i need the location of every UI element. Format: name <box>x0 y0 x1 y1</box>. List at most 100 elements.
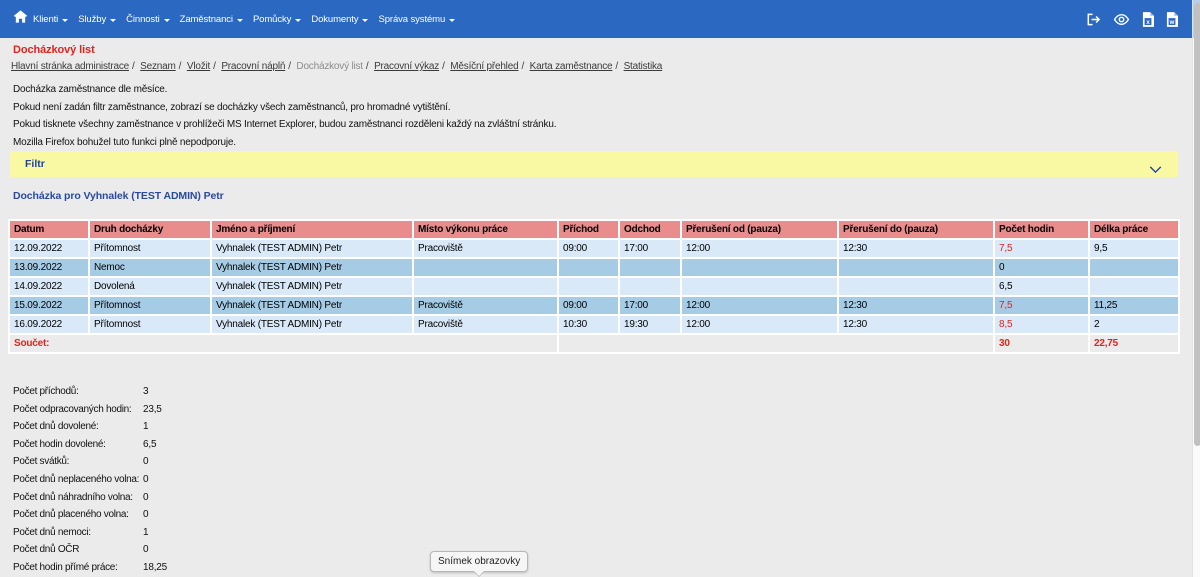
breadcrumb-current-dochazkovy-list: Docházkový list <box>296 61 362 72</box>
breadcrumb-link-statistika[interactable]: Statistika <box>624 61 663 72</box>
summary-label: Počet dnů náhradního volna: <box>13 492 133 503</box>
svg-text:x: x <box>1146 18 1150 25</box>
nav-item-sluzby[interactable]: Služby <box>73 14 121 25</box>
nav-item-klienti[interactable]: Klienti <box>28 14 73 25</box>
cell-preruseni-do: 12:30 <box>839 297 993 314</box>
cell-odchod: 17:00 <box>620 240 680 257</box>
col-header-pocet-hodin: Počet hodin <box>995 221 1088 238</box>
cell-prichod: 09:00 <box>559 240 618 257</box>
summary-list: Počet příchodů:3 Počet odpracovaných hod… <box>13 383 139 577</box>
cell-pocet-hodin: 6,5 <box>995 278 1088 295</box>
breadcrumb-link-hlavni-stranka[interactable]: Hlavní stránka administrace <box>11 61 129 72</box>
nav-item-label: Dokumenty <box>311 14 358 25</box>
cell-preruseni-od <box>682 259 837 276</box>
cell-druh: Přítomnost <box>90 316 210 333</box>
col-header-delka-prace: Délka práce <box>1090 221 1178 238</box>
tooltip-pointer <box>474 571 484 576</box>
summary-value: 6,5 <box>143 436 156 454</box>
cell-misto: Pracoviště <box>414 316 557 333</box>
export-excel-icon[interactable]: x <box>1142 12 1154 27</box>
breadcrumb-link-pracovni-vykaz[interactable]: Pracovní výkaz <box>374 61 439 72</box>
cell-druh: Přítomnost <box>90 297 210 314</box>
breadcrumb-link-mesicni-prehled[interactable]: Měsíční přehled <box>450 61 518 72</box>
nav-item-zamestnanci[interactable]: Zaměstnanci <box>175 14 248 25</box>
chevron-down-icon <box>1149 160 1162 178</box>
breadcrumb-link-pracovni-napln[interactable]: Pracovní náplň <box>221 61 285 72</box>
chevron-down-icon <box>362 19 368 22</box>
cell-delka-prace: 11,25 <box>1090 297 1178 314</box>
nav-item-label: Klienti <box>33 14 58 25</box>
cell-pocet-hodin: 0 <box>995 259 1088 276</box>
filter-panel-header[interactable]: Filtr <box>10 151 1178 177</box>
col-header-odchod: Odchod <box>620 221 680 238</box>
sum-pocet-hodin: 30 <box>995 335 1088 352</box>
cell-datum: 12.09.2022 <box>10 240 88 257</box>
page-title: Docházkový list <box>13 44 95 56</box>
summary-label: Počet hodin přímé práce: <box>13 562 118 573</box>
nav-item-sprava-systemu[interactable]: Správa systému <box>373 14 460 25</box>
section-title: Docházka pro Vyhnalek (TEST ADMIN) Petr <box>13 190 224 202</box>
table-header-row: Datum Druh docházky Jméno a příjmení Mís… <box>10 221 1178 238</box>
cell-druh: Přítomnost <box>90 240 210 257</box>
cell-prichod: 09:00 <box>559 297 618 314</box>
summary-value: 0 <box>143 489 148 507</box>
breadcrumb-link-vlozit[interactable]: Vložit <box>187 61 210 72</box>
summary-row: Počet hodin dovolené:6,5 <box>13 436 139 454</box>
col-header-jmeno: Jméno a příjmení <box>212 221 412 238</box>
cell-misto <box>414 259 557 276</box>
table-row: 13.09.2022 Nemoc Vyhnalek (TEST ADMIN) P… <box>10 259 1178 276</box>
intro-line: Pokud tisknete všechny zaměstnance v pro… <box>13 116 556 134</box>
intro-line: Docházka zaměstnance dle měsíce. <box>13 81 556 99</box>
summary-value: 23,5 <box>143 401 162 419</box>
export-word-icon[interactable]: w <box>1166 12 1178 27</box>
summary-label: Počet dnů placeného volna: <box>13 509 129 520</box>
logout-icon[interactable] <box>1085 12 1101 27</box>
cell-misto <box>414 278 557 295</box>
cell-odchod <box>620 278 680 295</box>
summary-label: Počet příchodů: <box>13 386 79 397</box>
svg-text:w: w <box>1169 19 1175 25</box>
summary-row: Počet svátků:0 <box>13 453 139 471</box>
cell-pocet-hodin: 7,5 <box>995 240 1088 257</box>
col-header-druh-dochazky: Druh docházky <box>90 221 210 238</box>
nav-item-cinnosti[interactable]: Činnosti <box>121 14 175 25</box>
scrollbar-thumb[interactable] <box>1194 3 1200 446</box>
nav-item-dokumenty[interactable]: Dokumenty <box>306 14 373 25</box>
scrollbar[interactable] <box>1192 0 1200 577</box>
cell-preruseni-do: 12:30 <box>839 240 993 257</box>
summary-row: Počet hodin přímé práce:18,25 <box>13 559 139 577</box>
table-row: 15.09.2022 Přítomnost Vyhnalek (TEST ADM… <box>10 297 1178 314</box>
breadcrumb-separator: / <box>176 61 185 72</box>
screenshot-tooltip: Snímek obrazovky <box>430 551 528 572</box>
cell-pocet-hodin: 7,5 <box>995 297 1088 314</box>
cell-jmeno: Vyhnalek (TEST ADMIN) Petr <box>212 297 412 314</box>
nav-menu: Klienti Služby Činnosti Zaměstnanci Pomů… <box>28 14 460 25</box>
cell-preruseni-do <box>839 259 993 276</box>
cell-jmeno: Vyhnalek (TEST ADMIN) Petr <box>212 316 412 333</box>
summary-label: Počet dnů OČR <box>13 544 79 555</box>
cell-misto: Pracoviště <box>414 240 557 257</box>
col-header-preruseni-do: Přerušení do (pauza) <box>839 221 993 238</box>
nav-item-label: Správa systému <box>378 14 445 25</box>
eye-icon[interactable] <box>1113 13 1130 26</box>
summary-value: 0 <box>143 541 148 559</box>
cell-jmeno: Vyhnalek (TEST ADMIN) Petr <box>212 240 412 257</box>
summary-row: Počet dnů nemoci:1 <box>13 524 139 542</box>
cell-preruseni-od: 12:00 <box>682 297 837 314</box>
nav-item-pomucky[interactable]: Pomůcky <box>248 14 306 25</box>
col-header-misto: Místo výkonu práce <box>414 221 557 238</box>
summary-row: Počet dnů placeného volna:0 <box>13 506 139 524</box>
breadcrumb-link-seznam[interactable]: Seznam <box>140 61 176 72</box>
intro-text: Docházka zaměstnance dle měsíce. Pokud n… <box>13 81 556 151</box>
summary-value: 0 <box>143 453 148 471</box>
col-header-datum: Datum <box>10 221 88 238</box>
breadcrumb-link-karta-zamestnance[interactable]: Karta zaměstnance <box>530 61 613 72</box>
breadcrumb: Hlavní stránka administrace/ Seznam/ Vlo… <box>11 61 662 72</box>
cell-odchod <box>620 259 680 276</box>
sum-label: Součet: <box>10 335 557 352</box>
sum-delka-prace: 22,75 <box>1090 335 1178 352</box>
chevron-down-icon <box>449 19 455 22</box>
summary-value: 0 <box>143 471 148 489</box>
nav-item-label: Pomůcky <box>253 14 291 25</box>
home-button[interactable] <box>13 9 28 29</box>
